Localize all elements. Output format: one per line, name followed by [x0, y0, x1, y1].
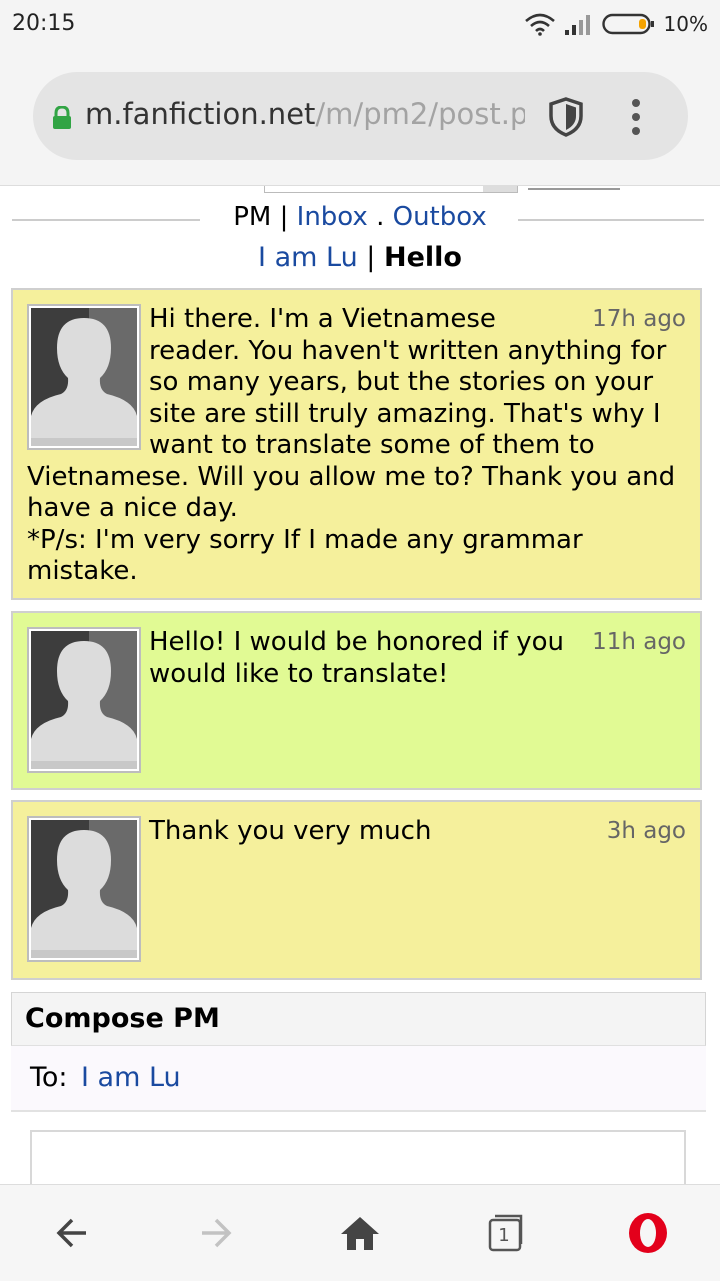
recipient-link[interactable]: I am Lu: [81, 1062, 181, 1093]
menu-dots-icon[interactable]: [629, 98, 643, 136]
message-time: 3h ago: [606, 818, 686, 844]
status-bar: 20:15 10%: [0, 0, 720, 50]
opera-menu-button[interactable]: [626, 1211, 670, 1255]
browser-toolbar: m.fanfiction.net/m/pm2/post.p: [0, 50, 720, 186]
message-textarea[interactable]: [30, 1130, 686, 1184]
home-button[interactable]: [338, 1211, 382, 1255]
battery-level: 10%: [663, 12, 708, 36]
nav-separator: |: [279, 202, 289, 232]
forward-arrow-icon: [202, 1218, 232, 1248]
address-bar[interactable]: m.fanfiction.net/m/pm2/post.p: [33, 72, 688, 160]
tab-count: 1: [498, 1224, 510, 1246]
thread-subject: Hello: [383, 242, 462, 273]
outbox-link[interactable]: Outbox: [393, 202, 487, 232]
pm-label: PM: [233, 202, 272, 232]
page-content: PM | Inbox . Outbox I am Lu | Hello 17h …: [0, 186, 720, 1184]
opera-icon: [629, 1213, 667, 1253]
nav-dot: .: [376, 202, 385, 232]
search-input[interactable]: [264, 186, 518, 193]
url-host: m.fanfiction.net: [85, 97, 316, 131]
to-label: To:: [30, 1062, 68, 1093]
thread-header: I am Lu | Hello: [0, 242, 720, 273]
pm-nav: PM | Inbox . Outbox: [0, 200, 720, 240]
message-item: 3h ago Thank you very much: [11, 800, 702, 980]
lock-icon: [53, 106, 71, 129]
avatar-silhouette-icon: [31, 308, 137, 446]
back-button[interactable]: [50, 1211, 94, 1255]
recipient-row: To: I am Lu: [11, 1046, 706, 1112]
message-time: 17h ago: [592, 306, 686, 332]
avatar[interactable]: [27, 304, 141, 450]
tabs-button[interactable]: 1: [484, 1211, 528, 1255]
shield-icon[interactable]: [546, 96, 586, 138]
url-path: /m/pm2/post.p: [315, 97, 525, 131]
status-icons: 10%: [524, 10, 708, 38]
home-icon: [341, 1217, 379, 1250]
compose-title: Compose PM: [25, 1003, 220, 1034]
message-text: *P/s: I'm very sorry If I made any gramm…: [27, 524, 583, 587]
signal-icon: [564, 15, 590, 35]
url-text[interactable]: m.fanfiction.net/m/pm2/post.p: [85, 97, 525, 131]
wifi-icon: [524, 13, 555, 36]
avatar-silhouette-icon: [31, 631, 137, 769]
message-time: 11h ago: [592, 629, 686, 655]
battery-icon: [601, 13, 654, 35]
compose-header: Compose PM: [11, 992, 706, 1046]
avatar[interactable]: [27, 816, 141, 962]
avatar[interactable]: [27, 627, 141, 773]
status-time: 20:15: [12, 11, 76, 36]
avatar-silhouette-icon: [31, 820, 137, 958]
browser-bottom-bar: 1: [0, 1184, 720, 1281]
message-item: 17h ago Hi there. I'm a Vietnamese reade…: [11, 288, 702, 600]
back-arrow-icon: [56, 1218, 86, 1248]
thread-separator: |: [366, 242, 376, 273]
forward-button[interactable]: [194, 1211, 238, 1255]
message-item: 11h ago Hello! I would be honored if you…: [11, 611, 702, 790]
thread-user-link[interactable]: I am Lu: [258, 242, 358, 273]
inbox-link[interactable]: Inbox: [297, 202, 368, 232]
search-button[interactable]: [528, 186, 620, 190]
